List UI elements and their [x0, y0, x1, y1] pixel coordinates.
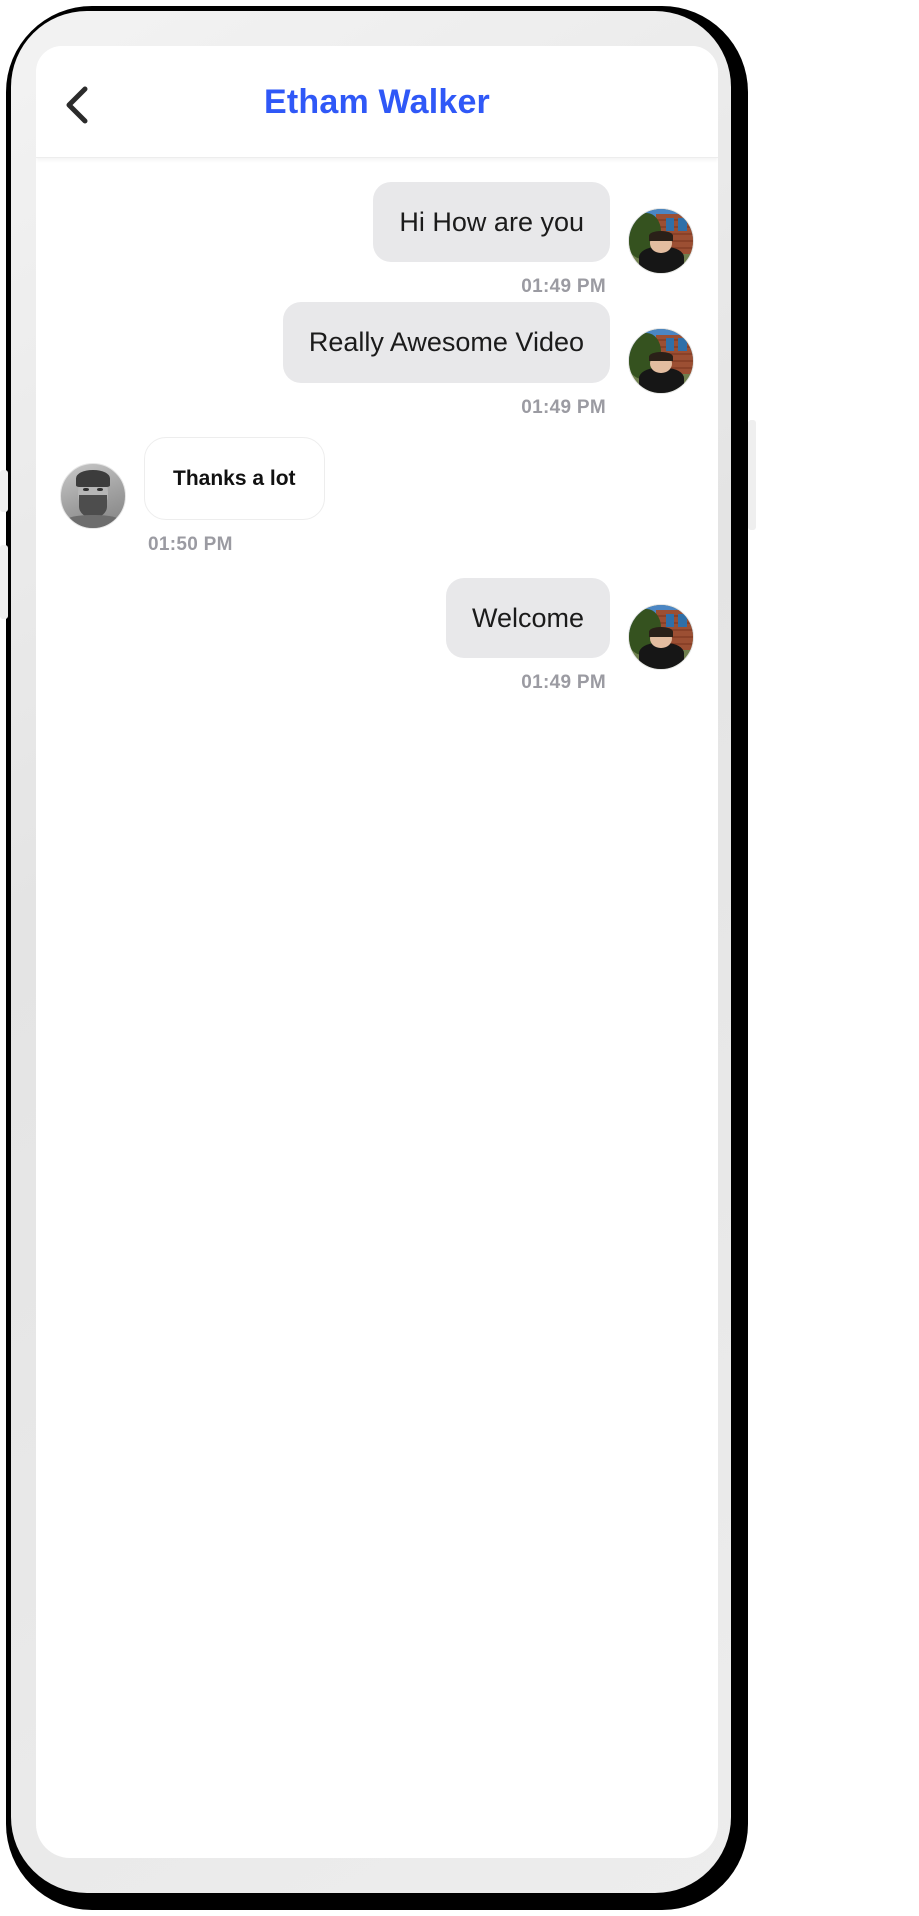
message-timestamp: 01:49 PM — [521, 276, 606, 298]
etham-walker-avatar[interactable] — [628, 328, 694, 395]
app-screen: Etham Walker Hi How are you 01:49 PM Rea… — [36, 46, 718, 1502]
message-row: Welcome 01:49 PM — [36, 577, 718, 694]
phone-mockup: Etham Walker Hi How are you 01:49 PM Rea… — [0, 0, 919, 1916]
message-timestamp: 01:49 PM — [521, 672, 606, 694]
message-row: Hi How are you 01:49 PM — [36, 182, 718, 298]
chevron-left-icon — [63, 85, 91, 125]
app-screen-lower — [36, 1330, 718, 1858]
message-bubble[interactable]: Hi How are you — [373, 182, 610, 263]
phone-volume-down-button — [0, 545, 8, 619]
message-bubble[interactable]: Thanks a lot — [144, 436, 325, 520]
message-row: Thanks a lot 01:50 PM — [36, 436, 718, 556]
message-bubble[interactable]: Welcome — [445, 577, 610, 659]
message-list[interactable]: Hi How are you 01:49 PM Really Awesome V… — [36, 158, 718, 1502]
current-user-avatar[interactable] — [60, 462, 126, 529]
message-row: Really Awesome Video 01:49 PM — [36, 302, 718, 418]
phone-power-button — [748, 420, 756, 530]
etham-walker-avatar[interactable] — [628, 208, 694, 274]
phone-volume-up-button — [0, 470, 8, 512]
etham-walker-avatar[interactable] — [628, 603, 694, 670]
message-bubble[interactable]: Really Awesome Video — [282, 302, 610, 383]
message-timestamp: 01:49 PM — [521, 396, 606, 418]
message-timestamp: 01:50 PM — [148, 533, 233, 555]
back-button[interactable] — [52, 80, 102, 130]
page-title: Etham Walker — [264, 83, 490, 121]
app-header: Etham Walker — [36, 46, 718, 158]
